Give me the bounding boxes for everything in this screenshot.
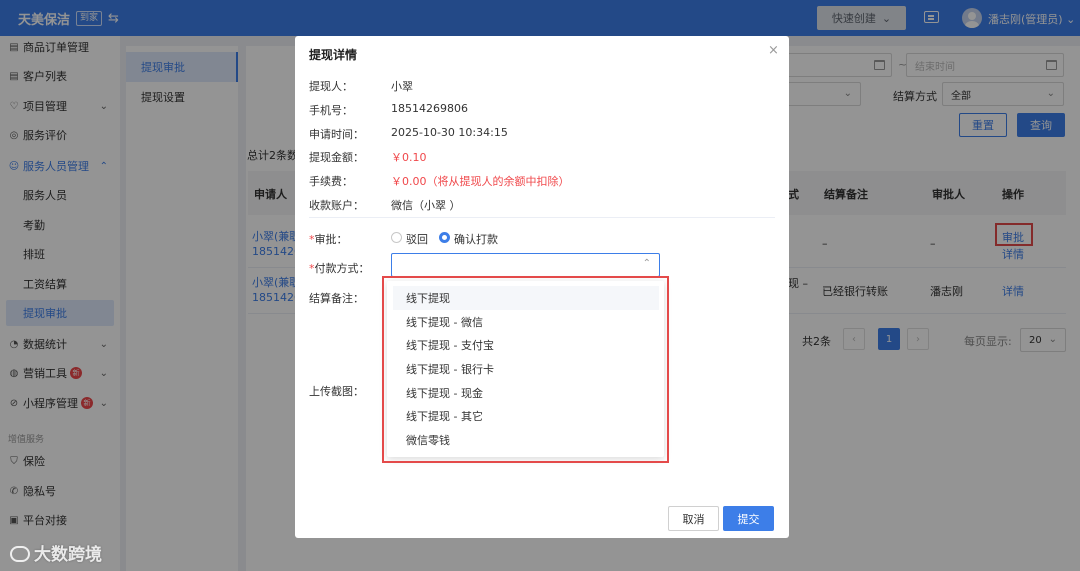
apply-time-value: 2025-10-30 10:34:15 bbox=[391, 126, 508, 139]
withdrawer-value: 小翠 bbox=[391, 80, 413, 93]
pay-method-select[interactable]: ⌃ bbox=[391, 253, 660, 277]
modal-title: 提现详情 bbox=[309, 48, 358, 62]
watermark-logo-icon bbox=[10, 546, 30, 562]
reject-radio[interactable] bbox=[391, 232, 402, 243]
dropdown-highlight bbox=[382, 276, 669, 463]
upload-label: 上传截图： bbox=[309, 385, 364, 398]
pay-method-label: *付款方式： bbox=[309, 262, 370, 275]
field-label: 提现人： bbox=[309, 80, 353, 93]
field-label: 手续费： bbox=[309, 175, 353, 188]
field-label: 提现金额： bbox=[309, 151, 364, 164]
close-icon[interactable]: × bbox=[768, 43, 779, 58]
submit-button[interactable]: 提交 bbox=[723, 506, 774, 531]
confirm-pay-label[interactable]: 确认打款 bbox=[454, 231, 498, 247]
chevron-up-icon: ⌃ bbox=[642, 258, 651, 269]
reject-label[interactable]: 驳回 bbox=[406, 231, 428, 247]
account-value: 微信（小翠 ） bbox=[391, 199, 461, 212]
approve-label: *审批： bbox=[309, 233, 348, 246]
field-label: 手机号： bbox=[309, 104, 353, 117]
confirm-pay-radio[interactable] bbox=[439, 232, 450, 243]
field-label: 申请时间： bbox=[309, 128, 364, 141]
field-label: 收款账户： bbox=[309, 199, 364, 212]
remark-label: 结算备注： bbox=[309, 292, 364, 305]
phone-value: 18514269806 bbox=[391, 102, 468, 115]
watermark: 大数跨境 bbox=[10, 540, 102, 565]
divider bbox=[309, 217, 775, 218]
fee-value: ￥0.00（将从提现人的余额中扣除） bbox=[391, 175, 570, 188]
amount-value: ￥0.10 bbox=[391, 151, 427, 164]
cancel-button[interactable]: 取消 bbox=[668, 506, 719, 531]
